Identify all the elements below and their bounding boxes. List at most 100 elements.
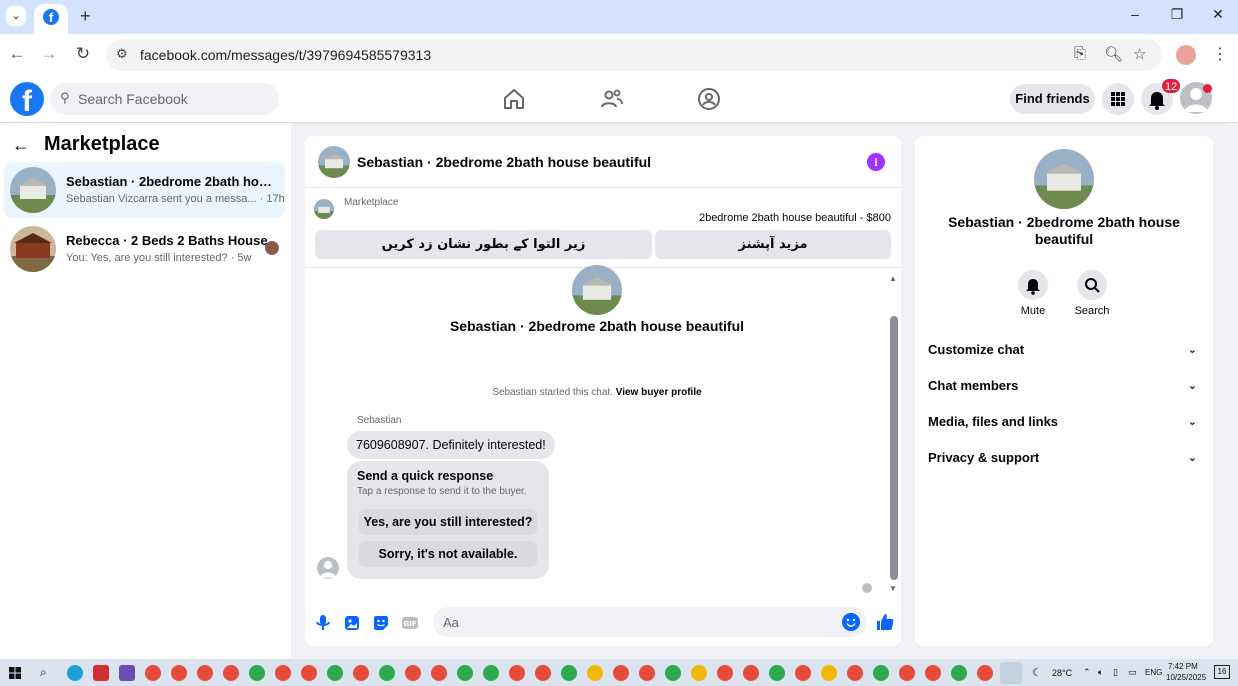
sticker-icon[interactable] bbox=[372, 614, 390, 632]
clock-time[interactable]: 7:42 PM bbox=[1168, 662, 1198, 671]
chrome-icon[interactable] bbox=[171, 665, 187, 681]
reload-icon[interactable]: ↻ bbox=[72, 44, 94, 64]
language-indicator[interactable]: ENG bbox=[1145, 668, 1162, 677]
chrome-icon[interactable] bbox=[405, 665, 421, 681]
photo-icon[interactable] bbox=[343, 614, 361, 632]
menu-grid-button[interactable] bbox=[1102, 83, 1134, 115]
browser-tab-facebook[interactable]: f bbox=[34, 4, 68, 34]
section-privacy-support[interactable]: Privacy & support ⌄ bbox=[928, 446, 1200, 470]
chrome-icon[interactable] bbox=[353, 665, 369, 681]
address-bar[interactable]: ⚙ facebook.com/messages/t/39796945855793… bbox=[106, 39, 1162, 71]
page-scrollbar[interactable] bbox=[1228, 123, 1238, 659]
chrome-icon[interactable] bbox=[899, 665, 915, 681]
weather-moon-icon[interactable]: ☾ bbox=[1032, 666, 1042, 679]
install-app-icon[interactable]: ⎘ bbox=[1074, 45, 1086, 62]
chrome-icon[interactable] bbox=[847, 665, 863, 681]
scroll-up-arrow-icon[interactable]: ▲ bbox=[889, 274, 897, 283]
info-icon[interactable]: i bbox=[867, 153, 885, 171]
browser-menu-icon[interactable]: ⋮ bbox=[1212, 44, 1228, 64]
chrome-icon[interactable] bbox=[769, 665, 785, 681]
more-options-button[interactable]: مزید آپشنز bbox=[655, 230, 891, 259]
chrome-icon[interactable] bbox=[145, 665, 161, 681]
conversation-item[interactable]: Sebastian · 2bedrome 2bath house... Seba… bbox=[4, 162, 285, 218]
groups-icon[interactable] bbox=[697, 87, 721, 111]
chrome-icon[interactable] bbox=[587, 665, 603, 681]
chrome-icon[interactable] bbox=[535, 665, 551, 681]
home-icon[interactable] bbox=[502, 87, 526, 111]
chrome-icon[interactable] bbox=[665, 665, 681, 681]
tab-search-dropdown[interactable]: ⌄ bbox=[6, 6, 26, 26]
bookmark-star-icon[interactable]: ☆ bbox=[1133, 45, 1146, 63]
restore-button[interactable]: ❐ bbox=[1165, 6, 1189, 23]
chrome-icon[interactable] bbox=[743, 665, 759, 681]
thumbs-up-icon[interactable] bbox=[875, 612, 895, 632]
chrome-icon[interactable] bbox=[223, 665, 239, 681]
search-box[interactable]: ⚲ bbox=[50, 83, 279, 115]
close-window-button[interactable]: ✕ bbox=[1206, 6, 1230, 23]
chrome-icon[interactable] bbox=[639, 665, 655, 681]
forward-arrow-icon[interactable]: → bbox=[38, 44, 60, 64]
chrome-icon[interactable] bbox=[561, 665, 577, 681]
chrome-icon[interactable] bbox=[197, 665, 213, 681]
wps-icon[interactable] bbox=[93, 665, 109, 681]
clock-date[interactable]: 10/25/2025 bbox=[1166, 673, 1206, 682]
chrome-icon[interactable] bbox=[873, 665, 889, 681]
section-chat-members[interactable]: Chat members ⌄ bbox=[928, 374, 1200, 398]
chrome-icon[interactable] bbox=[327, 665, 343, 681]
microphone-icon[interactable] bbox=[314, 614, 332, 632]
chrome-icon[interactable] bbox=[951, 665, 967, 681]
profile-extension-icon[interactable] bbox=[1176, 45, 1196, 65]
chrome-icon[interactable] bbox=[613, 665, 629, 681]
scroll-down-arrow-icon[interactable]: ▼ bbox=[889, 584, 897, 593]
battery-icon[interactable]: ▯ bbox=[1113, 667, 1118, 678]
quick-response-option[interactable]: Yes, are you still interested? bbox=[359, 509, 537, 535]
tray-chevron-icon[interactable]: ⌃ bbox=[1083, 667, 1091, 678]
chrome-icon[interactable] bbox=[821, 665, 837, 681]
chrome-icon[interactable] bbox=[509, 665, 525, 681]
view-buyer-profile-link[interactable]: View buyer profile bbox=[616, 387, 702, 398]
section-media-files-links[interactable]: Media, files and links ⌄ bbox=[928, 410, 1200, 434]
chrome-icon[interactable] bbox=[691, 665, 707, 681]
app-icon[interactable] bbox=[119, 665, 135, 681]
chrome-icon[interactable] bbox=[301, 665, 317, 681]
chrome-icon[interactable] bbox=[795, 665, 811, 681]
new-tab-button[interactable]: + bbox=[80, 6, 91, 27]
mute-button[interactable]: Mute bbox=[1003, 270, 1063, 317]
search-conversation-button[interactable]: Search bbox=[1062, 270, 1122, 317]
taskbar-search-icon[interactable]: ⌕ bbox=[40, 665, 47, 680]
site-info-icon[interactable]: ⚙ bbox=[116, 46, 128, 62]
message-bubble[interactable]: 7609608907. Definitely interested! bbox=[347, 431, 555, 459]
message-scrollbar[interactable]: ▲ ▼ bbox=[889, 274, 899, 594]
weather-temp[interactable]: 28°C bbox=[1052, 668, 1072, 678]
windows-start-icon[interactable] bbox=[9, 667, 21, 679]
chat-title[interactable]: Sebastian · 2bedrome 2bath house beautif… bbox=[357, 154, 651, 170]
search-input[interactable] bbox=[78, 83, 273, 115]
chrome-icon[interactable] bbox=[379, 665, 395, 681]
minimize-button[interactable]: – bbox=[1123, 6, 1147, 22]
chrome-icon[interactable] bbox=[717, 665, 733, 681]
chrome-icon[interactable] bbox=[275, 665, 291, 681]
network-icon[interactable]: ▭ bbox=[1128, 667, 1137, 678]
find-friends-button[interactable]: Find friends bbox=[1010, 84, 1095, 114]
chrome-icon[interactable] bbox=[249, 665, 265, 681]
notification-center-badge[interactable]: 16 bbox=[1214, 665, 1230, 679]
conversation-item[interactable]: Rebecca · 2 Beds 2 Baths House You: Yes,… bbox=[4, 221, 285, 277]
facebook-logo-icon[interactable]: f bbox=[10, 82, 44, 118]
url-text[interactable]: facebook.com/messages/t/3979694585579313 bbox=[140, 47, 431, 63]
chrome-icon[interactable] bbox=[457, 665, 473, 681]
listing-title-price[interactable]: 2bedrome 2bath house beautiful - $800 bbox=[699, 212, 891, 224]
message-input[interactable] bbox=[443, 607, 833, 637]
emoji-icon[interactable] bbox=[842, 613, 860, 631]
zoom-icon[interactable]: 🔍︎ bbox=[1104, 45, 1123, 63]
chrome-icon[interactable] bbox=[431, 665, 447, 681]
edge-icon[interactable] bbox=[67, 665, 83, 681]
chrome-icon[interactable] bbox=[977, 665, 993, 681]
section-customize-chat[interactable]: Customize chat ⌄ bbox=[928, 338, 1200, 362]
chrome-icon[interactable] bbox=[925, 665, 941, 681]
gif-icon[interactable]: GIF bbox=[401, 614, 419, 632]
quick-response-option[interactable]: Sorry, it's not available. bbox=[359, 541, 537, 567]
chat-avatar[interactable] bbox=[318, 146, 350, 178]
mark-as-pending-button[interactable]: زیر التوا کے بطور نشان زد کریں bbox=[315, 230, 652, 259]
active-chrome-window-icon[interactable] bbox=[1000, 662, 1022, 684]
message-input-box[interactable] bbox=[433, 607, 867, 637]
